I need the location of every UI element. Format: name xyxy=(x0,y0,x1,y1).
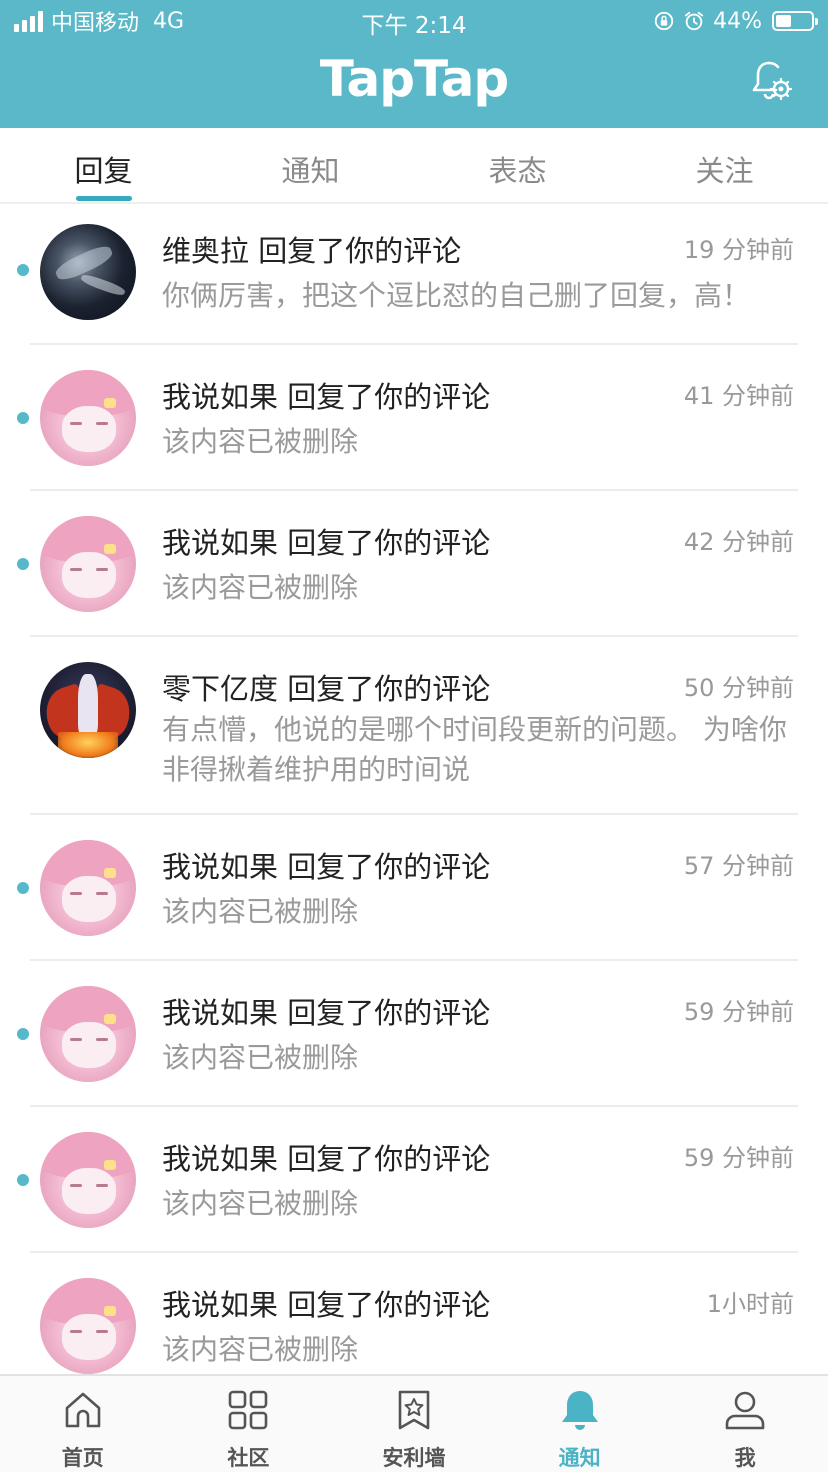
list-item[interactable]: 维奥拉 回复了你的评论 19 分钟前 你俩厉害，把这个逗比怼的自己删了回复，高！ xyxy=(0,204,828,345)
unread-dot xyxy=(17,558,29,570)
username[interactable]: 我说如果 xyxy=(162,850,278,884)
bell-gear-icon[interactable] xyxy=(748,58,794,104)
avatar[interactable] xyxy=(40,840,136,936)
header: 中国移动 4G 下午 2:14 44% TapTap xyxy=(0,0,828,128)
tab-reactions[interactable]: 表态 xyxy=(414,128,621,202)
timestamp: 19 分钟前 xyxy=(683,236,794,264)
grid-icon xyxy=(229,1390,268,1430)
unread-dot xyxy=(17,882,29,894)
bookmark-star-icon xyxy=(398,1390,430,1430)
battery-icon xyxy=(772,11,818,31)
nav-recommend-wall[interactable]: 安利墙 xyxy=(331,1376,497,1472)
nav-label: 通知 xyxy=(558,1446,601,1470)
tab-follows[interactable]: 关注 xyxy=(621,128,828,202)
username[interactable]: 我说如果 xyxy=(162,526,278,560)
active-tab-indicator xyxy=(76,196,132,201)
reply-body: 该内容已被删除 xyxy=(162,571,359,604)
reply-body: 该内容已被删除 xyxy=(162,1187,359,1220)
nav-label: 我 xyxy=(734,1446,756,1470)
list-item[interactable]: 我说如果 回复了你的评论 41 分钟前 该内容已被删除 xyxy=(0,344,828,491)
timestamp: 59 分钟前 xyxy=(683,1144,794,1172)
action-text: 回复了你的评论 xyxy=(287,672,491,706)
username[interactable]: 我说如果 xyxy=(162,1142,278,1176)
timestamp: 50 分钟前 xyxy=(683,674,794,702)
nav-label: 安利墙 xyxy=(382,1446,446,1470)
action-text: 回复了你的评论 xyxy=(287,380,491,414)
battery-percent: 44% xyxy=(713,8,762,34)
list-item[interactable]: 零下亿度 回复了你的评论 50 分钟前 有点懵，他说的是哪个时间段更新的问题。 … xyxy=(0,636,828,815)
tab-replies[interactable]: 回复 xyxy=(0,128,207,202)
person-icon xyxy=(725,1391,765,1430)
orientation-lock-icon xyxy=(654,11,674,31)
list-item[interactable]: 我说如果 回复了你的评论 42 分钟前 该内容已被删除 xyxy=(0,490,828,637)
nav-home[interactable]: 首页 xyxy=(0,1376,166,1472)
nav-label: 社区 xyxy=(227,1446,270,1470)
reply-body: 有点懵，他说的是哪个时间段更新的问题。 为啥你非得揪着维护用的时间说 xyxy=(162,713,787,786)
nav-community[interactable]: 社区 xyxy=(166,1376,332,1472)
list-item[interactable]: 我说如果 回复了你的评论 57 分钟前 该内容已被删除 xyxy=(0,814,828,961)
avatar[interactable] xyxy=(40,986,136,1082)
action-text: 回复了你的评论 xyxy=(287,850,491,884)
unread-dot xyxy=(17,412,29,424)
action-text: 回复了你的评论 xyxy=(287,1142,491,1176)
home-icon xyxy=(65,1392,101,1428)
avatar[interactable] xyxy=(40,1132,136,1228)
timestamp: 42 分钟前 xyxy=(683,528,794,556)
avatar[interactable] xyxy=(40,516,136,612)
action-text: 回复了你的评论 xyxy=(287,526,491,560)
list-item[interactable]: 我说如果 回复了你的评论 59 分钟前 该内容已被删除 xyxy=(0,960,828,1107)
timestamp: 1小时前 xyxy=(706,1290,794,1318)
battery-fill xyxy=(776,15,791,27)
reply-body: 该内容已被删除 xyxy=(162,1333,359,1366)
username[interactable]: 零下亿度 xyxy=(162,672,278,706)
reply-body: 你俩厉害，把这个逗比怼的自己删了回复，高！ xyxy=(162,279,751,312)
bottom-nav: 首页 社区 安利墙 通知 我 xyxy=(0,1374,828,1472)
avatar[interactable] xyxy=(40,224,136,320)
reply-body: 该内容已被删除 xyxy=(162,895,359,928)
action-text: 回复了你的评论 xyxy=(287,1288,491,1322)
reply-body: 该内容已被删除 xyxy=(162,1041,359,1074)
username[interactable]: 我说如果 xyxy=(162,380,278,414)
username[interactable]: 我说如果 xyxy=(162,1288,278,1322)
bell-icon xyxy=(561,1391,598,1430)
timestamp: 59 分钟前 xyxy=(683,998,794,1026)
app-title: TapTap xyxy=(319,50,509,108)
avatar[interactable] xyxy=(40,1278,136,1374)
alarm-icon xyxy=(684,11,704,31)
unread-dot xyxy=(17,1028,29,1040)
action-text: 回复了你的评论 xyxy=(258,234,462,268)
avatar[interactable] xyxy=(40,662,136,758)
tab-bar: 回复 通知 表态 关注 xyxy=(0,128,828,204)
nav-notifications[interactable]: 通知 xyxy=(497,1376,663,1472)
timestamp: 57 分钟前 xyxy=(683,852,794,880)
timestamp: 41 分钟前 xyxy=(683,382,794,410)
list-item[interactable]: 我说如果 回复了你的评论 59 分钟前 该内容已被删除 xyxy=(0,1106,828,1253)
unread-dot xyxy=(17,1174,29,1186)
tab-notices[interactable]: 通知 xyxy=(207,128,414,202)
nav-me[interactable]: 我 xyxy=(662,1376,828,1472)
username[interactable]: 维奥拉 xyxy=(162,234,249,268)
nav-label: 首页 xyxy=(61,1446,104,1470)
reply-body: 该内容已被删除 xyxy=(162,425,359,458)
app-screen: 中国移动 4G 下午 2:14 44% TapTap 回复 通知 表态 关注 维… xyxy=(0,0,828,1472)
notification-list: 维奥拉 回复了你的评论 19 分钟前 你俩厉害，把这个逗比怼的自己删了回复，高！… xyxy=(0,204,828,1398)
avatar[interactable] xyxy=(40,370,136,466)
action-text: 回复了你的评论 xyxy=(287,996,491,1030)
unread-dot xyxy=(17,264,29,276)
status-bar: 中国移动 4G 下午 2:14 44% xyxy=(0,0,828,42)
username[interactable]: 我说如果 xyxy=(162,996,278,1030)
